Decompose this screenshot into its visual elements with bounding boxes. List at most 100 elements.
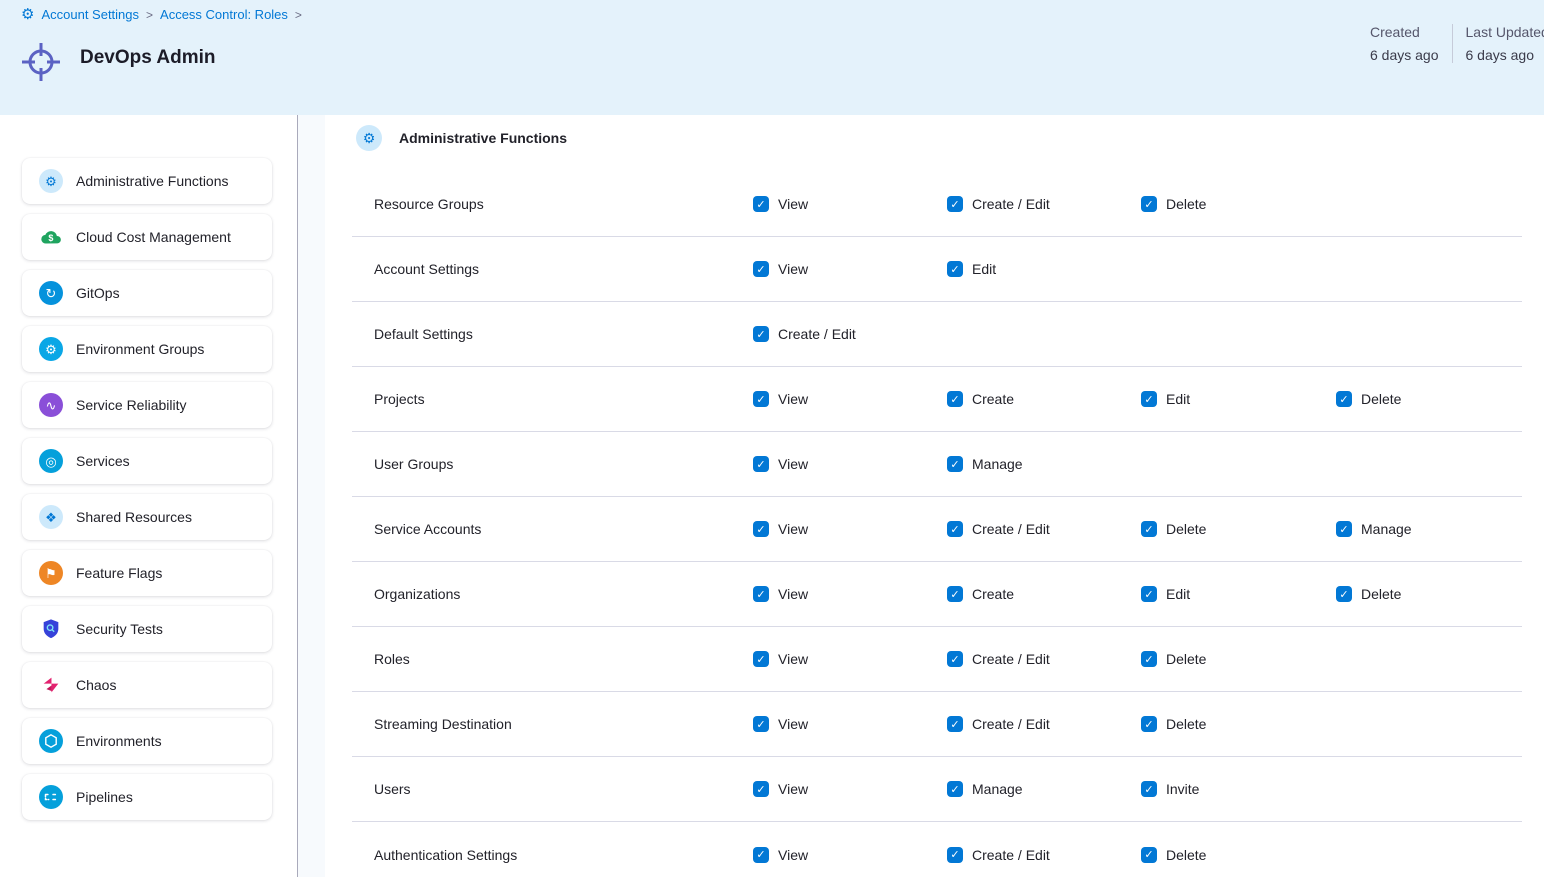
checkbox-checked-icon[interactable]: ✓ — [1141, 586, 1157, 602]
checkbox-checked-icon[interactable]: ✓ — [947, 456, 963, 472]
section-title: Administrative Functions — [399, 130, 567, 146]
checkbox-checked-icon[interactable]: ✓ — [1141, 391, 1157, 407]
administrative-functions-icon: ⚙ — [356, 125, 382, 151]
checkbox-checked-icon[interactable]: ✓ — [947, 521, 963, 537]
checkbox-checked-icon[interactable]: ✓ — [947, 196, 963, 212]
checkbox-checked-icon[interactable]: ✓ — [1336, 521, 1352, 537]
permission-label: Manage — [972, 781, 1023, 797]
permission-label: Create — [972, 586, 1014, 602]
permission-projects-edit[interactable]: ✓ Edit — [1141, 391, 1190, 407]
permission-label: View — [778, 261, 808, 277]
checkbox-checked-icon[interactable]: ✓ — [753, 391, 769, 407]
sidebar-item-environments[interactable]: Environments — [22, 718, 272, 764]
checkbox-checked-icon[interactable]: ✓ — [1141, 521, 1157, 537]
sidebar-item-pipelines[interactable]: Pipelines — [22, 774, 272, 820]
checkbox-checked-icon[interactable]: ✓ — [753, 716, 769, 732]
permission-service-accounts-view[interactable]: ✓ View — [753, 521, 808, 537]
checkbox-checked-icon[interactable]: ✓ — [947, 651, 963, 667]
permission-users-manage[interactable]: ✓ Manage — [947, 781, 1023, 797]
permission-resource-groups-delete[interactable]: ✓ Delete — [1141, 196, 1206, 212]
sidebar-gutter — [298, 115, 325, 877]
checkbox-checked-icon[interactable]: ✓ — [1141, 196, 1157, 212]
permission-organizations-edit[interactable]: ✓ Edit — [1141, 586, 1190, 602]
permission-users-invite[interactable]: ✓ Invite — [1141, 781, 1199, 797]
checkbox-checked-icon[interactable]: ✓ — [947, 261, 963, 277]
sidebar-item-shared-resources[interactable]: ❖Shared Resources — [22, 494, 272, 540]
permission-resource-groups-create-edit[interactable]: ✓ Create / Edit — [947, 196, 1050, 212]
checkbox-checked-icon[interactable]: ✓ — [1141, 716, 1157, 732]
permission-label: Create / Edit — [972, 847, 1050, 863]
sidebar-item-chaos[interactable]: Chaos — [22, 662, 272, 708]
checkbox-checked-icon[interactable]: ✓ — [1141, 847, 1157, 863]
permission-users-view[interactable]: ✓ View — [753, 781, 808, 797]
checkbox-checked-icon[interactable]: ✓ — [753, 586, 769, 602]
checkbox-checked-icon[interactable]: ✓ — [753, 196, 769, 212]
service-reliability-icon: ∿ — [39, 393, 63, 417]
checkbox-checked-icon[interactable]: ✓ — [753, 781, 769, 797]
checkbox-checked-icon[interactable]: ✓ — [753, 456, 769, 472]
permission-label: View — [778, 521, 808, 537]
sidebar-item-label: GitOps — [76, 285, 120, 301]
permission-label: Delete — [1361, 391, 1401, 407]
permission-authentication-settings-create-edit[interactable]: ✓ Create / Edit — [947, 847, 1050, 863]
checkbox-checked-icon[interactable]: ✓ — [947, 716, 963, 732]
created-meta: Created 6 days ago — [1370, 24, 1439, 63]
sidebar-item-services[interactable]: ◎Services — [22, 438, 272, 484]
checkbox-checked-icon[interactable]: ✓ — [947, 391, 963, 407]
checkbox-checked-icon[interactable]: ✓ — [753, 261, 769, 277]
checkbox-checked-icon[interactable]: ✓ — [947, 586, 963, 602]
checkbox-checked-icon[interactable]: ✓ — [753, 847, 769, 863]
permission-projects-view[interactable]: ✓ View — [753, 391, 808, 407]
permission-roles-view[interactable]: ✓ View — [753, 651, 808, 667]
permission-streaming-destination-create-edit[interactable]: ✓ Create / Edit — [947, 716, 1050, 732]
last-updated-label: Last Updated — [1466, 24, 1544, 40]
sidebar-item-administrative-functions[interactable]: ⚙Administrative Functions — [22, 158, 272, 204]
pipelines-icon — [39, 785, 63, 809]
permission-streaming-destination-delete[interactable]: ✓ Delete — [1141, 716, 1206, 732]
sidebar-item-feature-flags[interactable]: ⚑Feature Flags — [22, 550, 272, 596]
sidebar-item-cloud-cost-management[interactable]: $Cloud Cost Management — [22, 214, 272, 260]
permission-label: Edit — [972, 261, 996, 277]
permission-user-groups-manage[interactable]: ✓ Manage — [947, 456, 1023, 472]
permission-row-users: Users ✓ View ✓ Manage ✓ Invite — [352, 757, 1522, 822]
permission-authentication-settings-delete[interactable]: ✓ Delete — [1141, 847, 1206, 863]
permission-account-settings-edit[interactable]: ✓ Edit — [947, 261, 996, 277]
checkbox-checked-icon[interactable]: ✓ — [753, 521, 769, 537]
permission-projects-create[interactable]: ✓ Create — [947, 391, 1014, 407]
sidebar-item-security-tests[interactable]: Security Tests — [22, 606, 272, 652]
checkbox-checked-icon[interactable]: ✓ — [947, 781, 963, 797]
permission-authentication-settings-view[interactable]: ✓ View — [753, 847, 808, 863]
sidebar-item-gitops[interactable]: ↻GitOps — [22, 270, 272, 316]
breadcrumb-separator: > — [295, 8, 302, 22]
permission-roles-create-edit[interactable]: ✓ Create / Edit — [947, 651, 1050, 667]
permission-account-settings-view[interactable]: ✓ View — [753, 261, 808, 277]
permission-organizations-view[interactable]: ✓ View — [753, 586, 808, 602]
permission-organizations-create[interactable]: ✓ Create — [947, 586, 1014, 602]
permission-label: Delete — [1166, 196, 1206, 212]
permission-row-organizations: Organizations ✓ View ✓ Create ✓ Edit ✓ D… — [352, 562, 1522, 627]
sidebar-item-service-reliability[interactable]: ∿Service Reliability — [22, 382, 272, 428]
sidebar-item-environment-groups[interactable]: ⚙Environment Groups — [22, 326, 272, 372]
permission-service-accounts-manage[interactable]: ✓ Manage — [1336, 521, 1412, 537]
permission-label: Create — [972, 391, 1014, 407]
permission-roles-delete[interactable]: ✓ Delete — [1141, 651, 1206, 667]
checkbox-checked-icon[interactable]: ✓ — [1336, 391, 1352, 407]
permission-user-groups-view[interactable]: ✓ View — [753, 456, 808, 472]
breadcrumb-link-access-control-roles[interactable]: Access Control: Roles — [160, 7, 288, 22]
permission-organizations-delete[interactable]: ✓ Delete — [1336, 586, 1401, 602]
checkbox-checked-icon[interactable]: ✓ — [1336, 586, 1352, 602]
breadcrumb-link-account-settings[interactable]: Account Settings — [41, 7, 139, 22]
permission-resource-groups-view[interactable]: ✓ View — [753, 196, 808, 212]
svg-text:$: $ — [48, 233, 53, 243]
permission-projects-delete[interactable]: ✓ Delete — [1336, 391, 1401, 407]
permission-streaming-destination-view[interactable]: ✓ View — [753, 716, 808, 732]
checkbox-checked-icon[interactable]: ✓ — [753, 326, 769, 342]
page-title: DevOps Admin — [80, 47, 216, 69]
permission-default-settings-create-edit[interactable]: ✓ Create / Edit — [753, 326, 856, 342]
permission-service-accounts-create-edit[interactable]: ✓ Create / Edit — [947, 521, 1050, 537]
checkbox-checked-icon[interactable]: ✓ — [753, 651, 769, 667]
checkbox-checked-icon[interactable]: ✓ — [1141, 781, 1157, 797]
checkbox-checked-icon[interactable]: ✓ — [947, 847, 963, 863]
permission-service-accounts-delete[interactable]: ✓ Delete — [1141, 521, 1206, 537]
checkbox-checked-icon[interactable]: ✓ — [1141, 651, 1157, 667]
